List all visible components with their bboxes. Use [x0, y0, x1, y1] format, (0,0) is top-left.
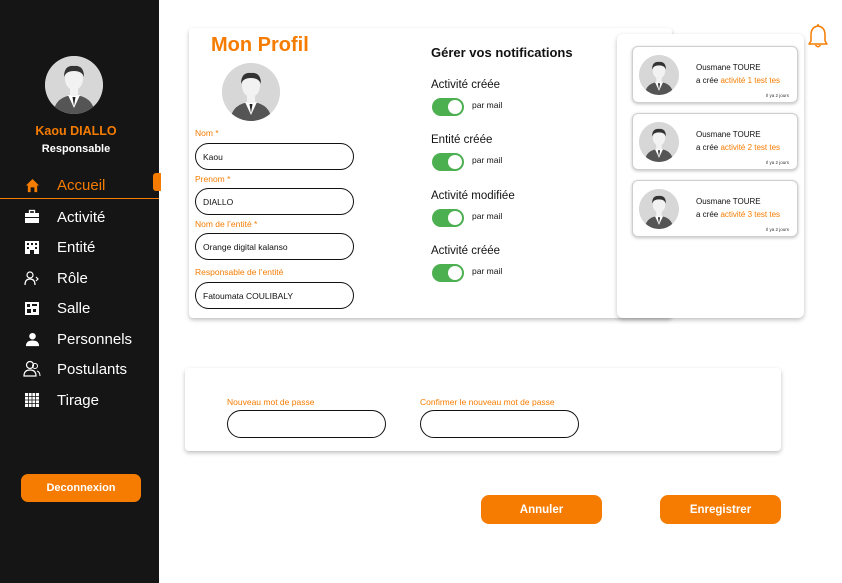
- entite-name-label: Nom de l’entité *: [195, 219, 258, 229]
- notifications-settings-title: Gérer vos notifications: [431, 45, 573, 60]
- sidebar-item-label: Accueil: [57, 177, 106, 194]
- sidebar-item-label: Activité: [57, 208, 106, 226]
- user-name: Kaou DIALLO: [35, 124, 117, 138]
- notification-text: a crée activité 2 test tes: [696, 143, 780, 152]
- grid-icon: [23, 391, 41, 409]
- notification-link[interactable]: activité 1 test tes: [720, 76, 780, 85]
- user-role: Responsable: [41, 143, 111, 155]
- new-password-label: Nouveau mot de passe: [227, 397, 315, 407]
- notif-toggle[interactable]: [432, 264, 464, 282]
- notification-link[interactable]: activité 3 test tes: [720, 210, 780, 219]
- entite-name-field[interactable]: Orange digital kalanso: [195, 233, 354, 260]
- applicants-icon: [23, 360, 41, 378]
- sidebar-item-role[interactable]: Rôle: [0, 265, 159, 291]
- notif-toggle[interactable]: [432, 153, 464, 171]
- nom-field[interactable]: Kaou: [195, 143, 354, 170]
- sidebar-item-tirage[interactable]: Tirage: [0, 387, 159, 413]
- sidebar-item-entite[interactable]: Entité: [0, 234, 159, 260]
- room-icon: [23, 299, 41, 317]
- briefcase-icon: [23, 208, 41, 226]
- avatar: [45, 56, 103, 114]
- cancel-button[interactable]: Annuler: [481, 495, 602, 524]
- sidebar-item-accueil[interactable]: Accueil: [0, 173, 159, 199]
- confirm-password-label: Confirmer le nouveau mot de passe: [420, 397, 555, 407]
- profile-avatar: [222, 63, 280, 121]
- notification-author: Ousmane TOURE: [696, 197, 761, 206]
- sidebar: Kaou DIALLO Responsable Accueil Activité…: [0, 0, 161, 583]
- toggle-knob: [448, 100, 462, 114]
- building-icon: [23, 238, 41, 256]
- notif-setting-label: Activité créée: [431, 245, 501, 257]
- avatar: [639, 189, 679, 229]
- notification-action: a crée: [696, 210, 719, 219]
- new-password-field[interactable]: [227, 410, 386, 438]
- toggle-knob: [448, 211, 462, 225]
- sidebar-item-label: Rôle: [57, 269, 88, 287]
- sidebar-item-personnels[interactable]: Personnels: [0, 326, 159, 352]
- logout-button[interactable]: Deconnexion: [21, 474, 141, 502]
- entite-manager-label: Responsable de l’entité: [195, 267, 284, 277]
- person-icon: [23, 330, 41, 348]
- notification-author: Ousmane TOURE: [696, 63, 761, 72]
- sidebar-item-postulants[interactable]: Postulants: [0, 356, 159, 382]
- prenom-label: Prenom *: [195, 174, 231, 184]
- notification-action: a crée: [696, 76, 719, 85]
- notif-toggle-label: par mail: [472, 155, 503, 165]
- notification-time: Il ya 2 jours: [765, 93, 789, 98]
- entite-manager-field[interactable]: Fatoumata COULIBALY: [195, 282, 354, 309]
- page-title: Mon Profil: [211, 34, 309, 56]
- avatar: [639, 55, 679, 95]
- notification-item[interactable]: Ousmane TOURE a crée activité 3 test tes…: [632, 180, 798, 237]
- notification-link[interactable]: activité 2 test tes: [720, 143, 780, 152]
- notification-item[interactable]: Ousmane TOURE a crée activité 1 test tes…: [632, 46, 798, 103]
- nom-label: Nom *: [195, 128, 219, 138]
- home-icon: [23, 177, 41, 195]
- notification-author: Ousmane TOURE: [696, 130, 761, 139]
- sidebar-item-activite[interactable]: Activité: [0, 204, 159, 230]
- sidebar-item-label: Postulants: [57, 360, 128, 378]
- notif-setting-label: Activité créée: [431, 79, 501, 91]
- save-button[interactable]: Enregistrer: [660, 495, 781, 524]
- notification-text: a crée activité 1 test tes: [696, 76, 780, 85]
- sidebar-item-label: Tirage: [57, 391, 99, 409]
- notification-text: a crée activité 3 test tes: [696, 210, 780, 219]
- notif-toggle-label: par mail: [472, 100, 503, 110]
- app-root: Kaou DIALLO Responsable Accueil Activité…: [0, 0, 842, 583]
- notification-time: Il ya 2 jours: [765, 227, 789, 232]
- avatar: [639, 122, 679, 162]
- notification-action: a crée: [696, 143, 719, 152]
- notif-toggle-label: par mail: [472, 211, 503, 221]
- notif-toggle[interactable]: [432, 209, 464, 227]
- sidebar-item-salle[interactable]: Salle: [0, 295, 159, 321]
- notif-toggle[interactable]: [432, 98, 464, 116]
- toggle-knob: [448, 266, 462, 280]
- confirm-password-field[interactable]: [420, 410, 579, 438]
- bell-icon[interactable]: [806, 23, 830, 49]
- user-role-icon: [23, 269, 41, 287]
- notif-setting-label: Entité créée: [431, 134, 493, 146]
- notif-toggle-label: par mail: [472, 266, 503, 276]
- notification-item[interactable]: Ousmane TOURE a crée activité 2 test tes…: [632, 113, 798, 170]
- sidebar-item-label: Entité: [57, 238, 96, 256]
- prenom-field[interactable]: DIALLO: [195, 188, 354, 215]
- notif-setting-label: Activité modifiée: [431, 190, 515, 202]
- sidebar-item-label: Salle: [57, 299, 91, 317]
- sidebar-item-label: Personnels: [57, 330, 133, 348]
- toggle-knob: [448, 155, 462, 169]
- notification-time: Il ya 2 jours: [765, 160, 789, 165]
